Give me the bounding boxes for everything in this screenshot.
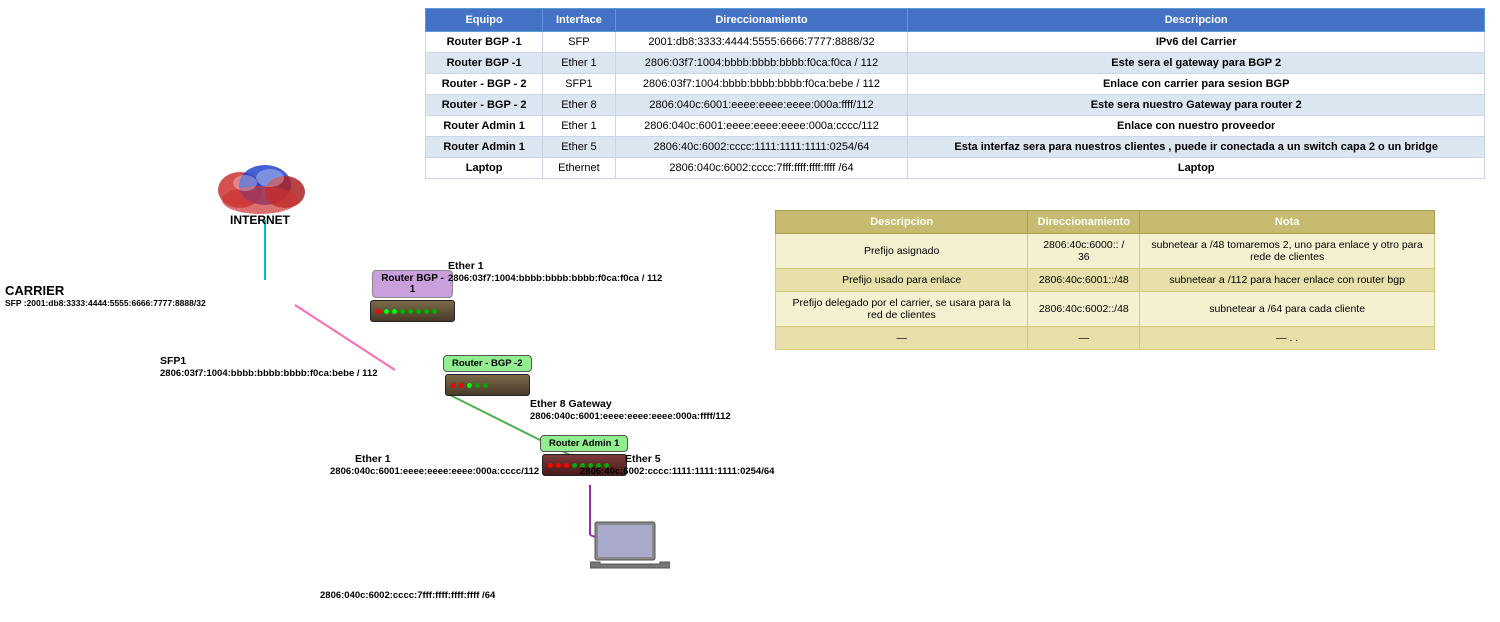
sec-table-cell-direccionamiento: 2806:40c:6002::/48 [1028, 292, 1140, 327]
laptop-addr: 2806:040c:6002:cccc:7fff:ffff:ffff:ffff … [320, 590, 495, 601]
sec-table-cell-nota: — . . [1140, 327, 1435, 350]
table-row: Router - BGP - 2Ether 82806:040c:6001:ee… [426, 95, 1485, 116]
laptop [590, 520, 670, 583]
bgp2-ether8-label: Ether 8 Gateway [530, 398, 612, 410]
secondary-table: Descripcion Direccionamiento Nota Prefij… [775, 210, 1435, 350]
internet-cloud: INTERNET [210, 150, 310, 227]
col-header-direccionamiento: Direccionamiento [615, 9, 908, 32]
table-cell-interface: Ether 8 [543, 95, 615, 116]
sec-col-header-nota: Nota [1140, 211, 1435, 234]
sec-table-cell-descripcion: Prefijo asignado [776, 234, 1028, 269]
table-cell-descripcion: Este sera nuestro Gateway para router 2 [908, 95, 1485, 116]
router-bgp1-label: Router BGP -1 [372, 270, 453, 298]
sec-table-cell-descripcion: Prefijo usado para enlace [776, 269, 1028, 292]
table-cell-descripcion: Enlace con nuestro proveedor [908, 116, 1485, 137]
table-cell-descripcion: Laptop [908, 158, 1485, 179]
router-bgp2-label: Router - BGP -2 [443, 355, 532, 372]
table-cell-direccionamiento: 2806:03f7:1004:bbbb:bbbb:bbbb:f0ca:bebe … [615, 74, 908, 95]
col-header-descripcion: Descripcion [908, 9, 1485, 32]
table-cell-equipo: Router Admin 1 [426, 116, 543, 137]
bgp1-ether1-addr: 2806:03f7:1004:bbbb:bbbb:bbbb:f0ca:f0ca … [448, 273, 662, 284]
sec-col-header-direccionamiento: Direccionamiento [1028, 211, 1140, 234]
table-cell-direccionamiento: 2806:040c:6001:eeee:eeee:eeee:000a:cccc/… [615, 116, 908, 137]
table-cell-equipo: Router - BGP - 2 [426, 95, 543, 116]
network-diagram: INTERNET CARRIER SFP :2001:db8:3333:4444… [0, 140, 780, 620]
table-cell-interface: Ether 1 [543, 53, 615, 74]
bgp1-ether1-label: Ether 1 [448, 260, 484, 272]
internet-label: INTERNET [210, 213, 310, 227]
sec-table-cell-nota: subnetear a /112 para hacer enlace con r… [1140, 269, 1435, 292]
table-cell-descripcion: Este sera el gateway para BGP 2 [908, 53, 1485, 74]
bgp2-sfp1-addr: 2806:03f7:1004:bbbb:bbbb:bbbb:f0ca:bebe … [160, 368, 378, 379]
table-cell-equipo: Router BGP -1 [426, 53, 543, 74]
table-cell-interface: SFP [543, 32, 615, 53]
table-cell-direccionamiento: 2001:db8:3333:4444:5555:6666:7777:8888/3… [615, 32, 908, 53]
table-cell-descripcion: Enlace con carrier para sesion BGP [908, 74, 1485, 95]
sec-table-cell-nota: subnetear a /64 para cada cliente [1140, 292, 1435, 327]
sec-table-cell-nota: subnetear a /48 tomaremos 2, uno para en… [1140, 234, 1435, 269]
admin1-ether1-label: Ether 1 [355, 453, 391, 465]
table-row: Prefijo asignado2806:40c:6000:: / 36subn… [776, 234, 1435, 269]
col-header-interface: Interface [543, 9, 615, 32]
carrier-label: CARRIER SFP :2001:db8:3333:4444:5555:666… [5, 283, 206, 308]
table-cell-equipo: Router BGP -1 [426, 32, 543, 53]
sec-table-cell-direccionamiento: — [1028, 327, 1140, 350]
table-cell-interface: Ether 1 [543, 116, 615, 137]
router-bgp1: Router BGP -1 [370, 270, 455, 322]
router-admin1-label: Router Admin 1 [540, 435, 628, 452]
table-row: Prefijo delegado por el carrier, se usar… [776, 292, 1435, 327]
table-cell-direccionamiento: 2806:03f7:1004:bbbb:bbbb:bbbb:f0ca:f0ca … [615, 53, 908, 74]
sec-table-cell-descripcion: — [776, 327, 1028, 350]
sec-table-cell-direccionamiento: 2806:40c:6001::/48 [1028, 269, 1140, 292]
bgp2-sfp1-label: SFP1 [160, 355, 186, 367]
table-row: Prefijo usado para enlace2806:40c:6001::… [776, 269, 1435, 292]
admin1-ether5-addr: 2806:40c:6002:cccc:1111:1111:1111:0254/6… [580, 466, 774, 477]
table-row: ——— . . [776, 327, 1435, 350]
table-row: Router BGP -1Ether 12806:03f7:1004:bbbb:… [426, 53, 1485, 74]
admin1-ether1-addr: 2806:040c:6001:eeee:eeee:eeee:000a:cccc/… [330, 466, 539, 477]
table-row: Router - BGP - 2SFP12806:03f7:1004:bbbb:… [426, 74, 1485, 95]
router-bgp2: Router - BGP -2 [443, 355, 532, 396]
table-cell-descripcion: Esta interfaz sera para nuestros cliente… [908, 137, 1485, 158]
sec-col-header-descripcion: Descripcion [776, 211, 1028, 234]
bgp2-ether8-addr: 2806:040c:6001:eeee:eeee:eeee:000a:ffff/… [530, 411, 731, 422]
table-cell-equipo: Router - BGP - 2 [426, 74, 543, 95]
table-row: Router Admin 1Ether 12806:040c:6001:eeee… [426, 116, 1485, 137]
sec-table-cell-descripcion: Prefijo delegado por el carrier, se usar… [776, 292, 1028, 327]
admin1-ether5-label: Ether 5 [625, 453, 661, 465]
table-cell-interface: SFP1 [543, 74, 615, 95]
table-cell-direccionamiento: 2806:040c:6001:eeee:eeee:eeee:000a:ffff/… [615, 95, 908, 116]
table-row: Router BGP -1SFP2001:db8:3333:4444:5555:… [426, 32, 1485, 53]
col-header-equipo: Equipo [426, 9, 543, 32]
sec-table-cell-direccionamiento: 2806:40c:6000:: / 36 [1028, 234, 1140, 269]
table-cell-descripcion: IPv6 del Carrier [908, 32, 1485, 53]
